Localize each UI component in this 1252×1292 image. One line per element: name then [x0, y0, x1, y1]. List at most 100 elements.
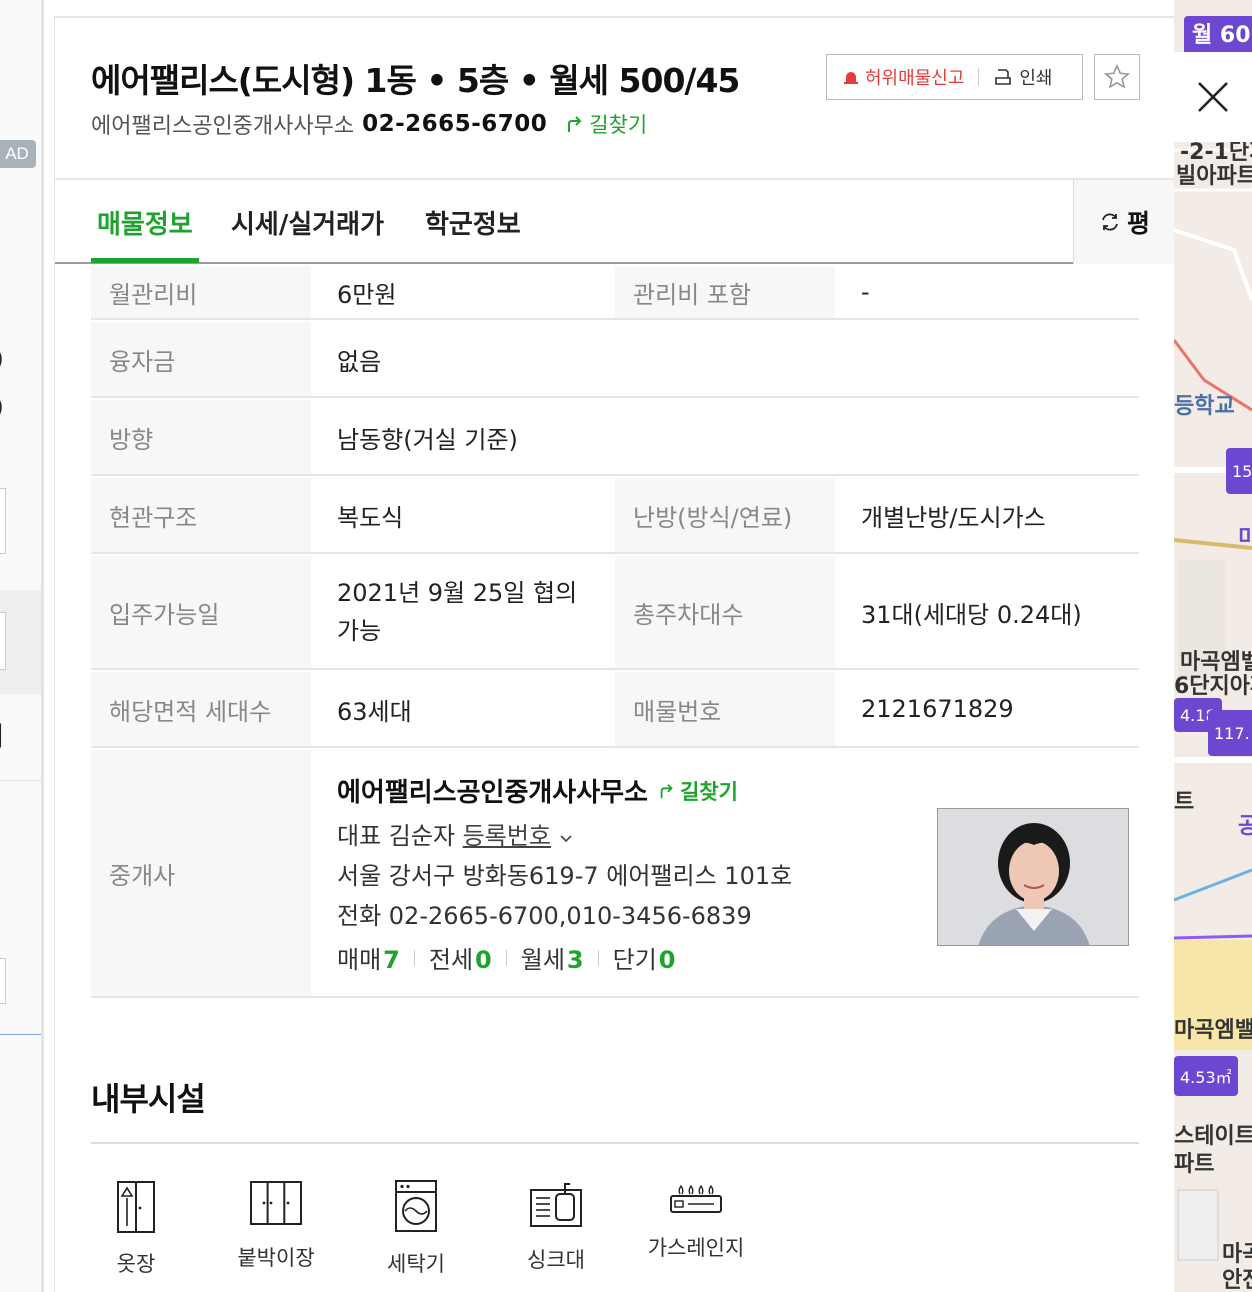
row-label: 현관구조	[91, 478, 311, 552]
agency-phone[interactable]: 02-2665-6700	[362, 111, 547, 137]
facility-item: 세탁기	[361, 1178, 471, 1278]
row-value: 남동향(거실 기준)	[337, 425, 518, 454]
row-value: 31대(세대당 0.24대)	[861, 600, 1082, 629]
agent-photo	[937, 808, 1129, 946]
agency-name: 에어팰리스공인중개사사무소	[91, 114, 355, 139]
list-edge-text: 0	[0, 394, 3, 422]
tab-price-history[interactable]: 시세/실거래가	[231, 204, 384, 241]
facility-label: 붙박이장	[237, 1246, 315, 1270]
facility-label: 가스레인지	[647, 1236, 745, 1260]
agent-office-label: 에어팰리스공인중개사사무소	[337, 778, 648, 808]
listing-title: 에어팰리스(도시형) 1동 • 5층 • 월세 500/45	[91, 61, 740, 100]
facilities-divider	[91, 1142, 1139, 1144]
count-monthly-rent[interactable]: 월세3	[521, 940, 584, 975]
map-view[interactable]: -2-1단지 빌아파트 등학교 15 미 마곡엠벨 6단지아파 4.18 117…	[1174, 0, 1252, 1292]
row-label: 총주차대수	[615, 556, 835, 668]
count-sale[interactable]: 매매7	[337, 940, 400, 975]
row-label: 방향	[91, 400, 311, 474]
count-label: 단기	[612, 946, 657, 974]
list-edge-text: 0	[0, 346, 3, 374]
tab-listing-info[interactable]: 매물정보	[97, 204, 193, 241]
facility-item: 싱크대	[501, 1178, 611, 1274]
unit-toggle-label: 평	[1126, 209, 1150, 238]
sink-icon	[530, 1183, 582, 1227]
print-button[interactable]: 인쇄	[993, 64, 1052, 90]
page-root: AD 0 0 | 에어팰리스(도시형) 1동 • 5층 • 월세 500/45 …	[0, 0, 1252, 1292]
table-row: 월관리비 6만원 관리비 포함 -	[91, 266, 1139, 320]
favorite-button[interactable]	[1094, 54, 1140, 100]
star-icon	[1103, 63, 1131, 89]
agent-row: 중개사 에어팰리스공인중개사사무소 길찾기 대표 김순자 등록번호 서울 강서구…	[91, 750, 1139, 998]
row-label: 중개사	[91, 750, 311, 996]
map-place-label: 6단지아파	[1174, 674, 1252, 699]
count-label: 매매	[337, 946, 382, 974]
map-place-label: 미	[1238, 526, 1252, 551]
row-value: 63세대	[337, 697, 412, 726]
list-edge-divider	[0, 1034, 41, 1035]
close-button[interactable]	[1174, 52, 1252, 142]
built-in-closet-icon	[250, 1181, 302, 1225]
gas-stove-icon	[670, 1184, 722, 1213]
count-divider	[505, 949, 507, 966]
map-top-price-marker[interactable]: 월 60	[1184, 16, 1252, 54]
siren-icon	[844, 72, 858, 84]
map-place-label: 안전	[1222, 1268, 1252, 1292]
list-edge-box	[0, 488, 6, 554]
count-value: 0	[475, 946, 492, 974]
directions-icon	[660, 783, 673, 798]
count-short-term[interactable]: 단기0	[613, 940, 676, 975]
table-row: 해당면적 세대수 63세대 매물번호 2121671829	[91, 672, 1139, 748]
ad-badge: AD	[0, 140, 36, 168]
row-label: 해당면적 세대수	[91, 672, 311, 746]
chevron-down-icon[interactable]	[559, 834, 573, 844]
print-label: 인쇄	[1019, 68, 1053, 89]
list-edge-text: |	[0, 720, 4, 748]
active-tab-indicator	[91, 258, 199, 263]
listing-detail-panel: 에어팰리스(도시형) 1동 • 5층 • 월세 500/45 에어팰리스공인중개…	[54, 16, 1174, 1292]
unit-toggle-button[interactable]: 평	[1073, 180, 1174, 264]
facility-label: 싱크대	[527, 1248, 585, 1272]
row-label: 입주가능일	[91, 556, 311, 668]
tab-school-district[interactable]: 학군정보	[425, 204, 521, 241]
row-value: -	[861, 278, 870, 306]
facilities-title: 내부시설	[91, 1080, 206, 1118]
facility-item: 붙박이장	[221, 1178, 331, 1272]
directions-label: 길찾기	[589, 113, 648, 137]
row-label: 월관리비	[91, 266, 311, 318]
detail-tabs: 매물정보 시세/실거래가 학군정보 평	[55, 178, 1174, 264]
agent-rep-name: 대표 김순자	[337, 822, 456, 850]
button-divider	[978, 68, 980, 86]
list-edge-box	[0, 958, 6, 1004]
false-listing-report-button[interactable]: 허위매물신고	[827, 64, 964, 90]
map-place-label: 빌아파트	[1176, 164, 1252, 189]
directions-link[interactable]: 길찾기	[565, 109, 647, 139]
count-label: 월세	[520, 946, 565, 974]
row-value: 2021년 9월 25일 협의 가능	[311, 556, 615, 668]
map-price-marker[interactable]: 4.53㎡	[1174, 1056, 1238, 1096]
print-icon	[995, 69, 1012, 85]
list-edge-box	[0, 612, 6, 670]
map-price-marker[interactable]: 117.	[1208, 710, 1252, 756]
map-place-label: 트	[1174, 790, 1195, 815]
map-place-label: 등학교	[1174, 394, 1235, 419]
directions-label: 길찾기	[679, 779, 738, 804]
row-value: 2121671829	[861, 695, 1014, 723]
listing-list-edge: AD 0 0 |	[0, 0, 44, 1292]
move-in-date-line1: 2021년 9월 25일 협의	[337, 579, 578, 607]
agent-listing-counts: 매매7 전세0 월세3 단기0	[337, 940, 676, 975]
table-row: 방향 남동향(거실 기준)	[91, 400, 1139, 476]
row-value: 없음	[337, 347, 382, 376]
count-value: 0	[658, 946, 676, 974]
table-row: 현관구조 복도식 난방(방식/연료) 개별난방/도시가스	[91, 478, 1139, 554]
washing-machine-icon	[395, 1180, 437, 1232]
table-row: 융자금 없음	[91, 322, 1139, 398]
registration-number-toggle[interactable]: 등록번호	[463, 822, 551, 850]
map-price-marker[interactable]: 15	[1226, 448, 1252, 494]
agent-phones: 전화 02-2665-6700,010-3456-6839	[337, 902, 752, 930]
agent-info: 에어팰리스공인중개사사무소 길찾기 대표 김순자 등록번호 서울 강서구 방화동…	[311, 750, 1139, 996]
report-print-group: 허위매물신고 인쇄	[826, 54, 1083, 100]
count-divider	[413, 949, 415, 966]
agent-directions-link[interactable]: 길찾기	[658, 776, 738, 806]
count-jeonse[interactable]: 전세0	[429, 940, 492, 975]
refresh-icon	[1102, 213, 1118, 231]
